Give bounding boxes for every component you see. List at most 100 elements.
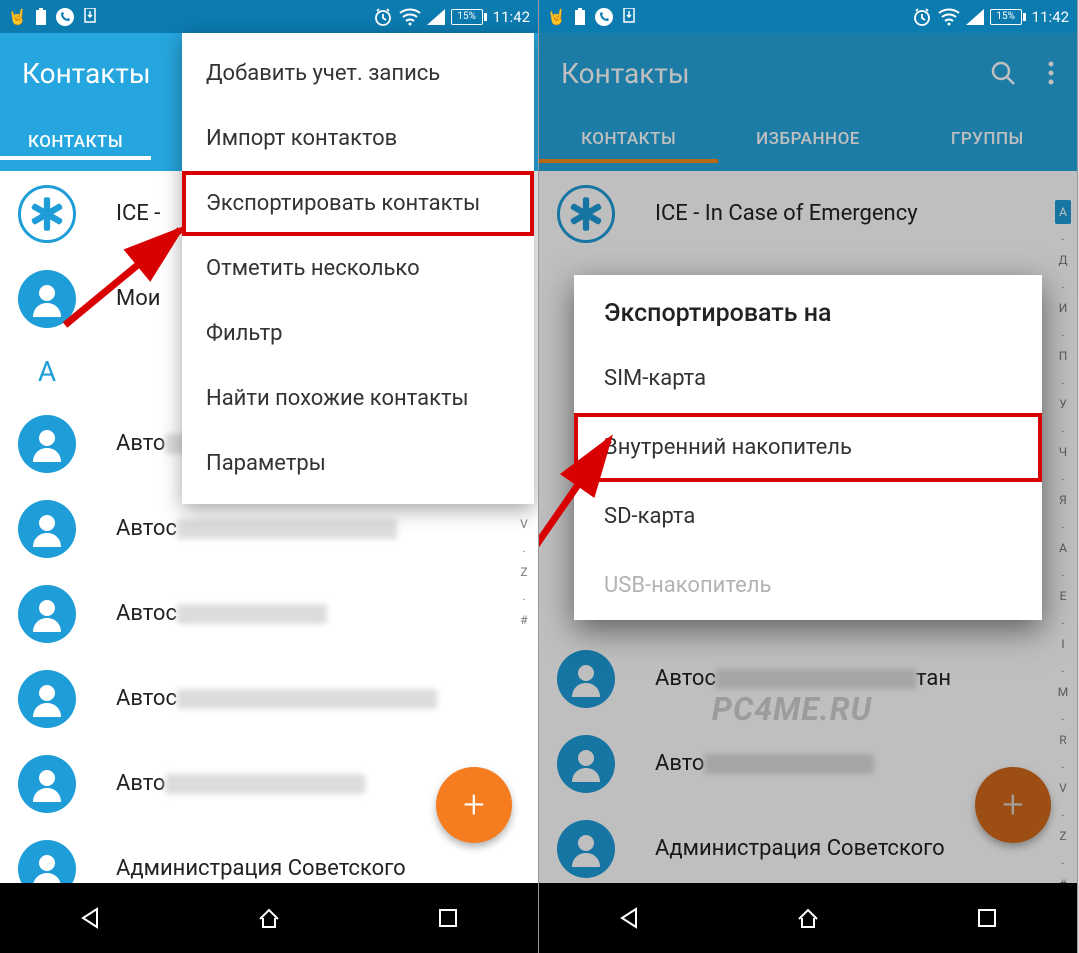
person-icon <box>18 415 76 473</box>
index-letter[interactable]: . <box>1055 848 1071 872</box>
add-contact-fab[interactable]: + <box>436 767 512 843</box>
contact-name: ICE - <box>116 201 160 226</box>
index-letter[interactable]: V <box>1055 776 1071 800</box>
status-bar: 🤘 15% 11:42 <box>0 0 538 33</box>
index-letter[interactable]: . <box>516 536 532 560</box>
tab-contacts[interactable]: КОНТАКТЫ <box>539 129 718 155</box>
index-letter[interactable]: М <box>1055 680 1071 704</box>
index-letter[interactable]: Д <box>1055 248 1071 272</box>
index-letter[interactable]: А <box>1055 200 1071 224</box>
contact-name: ICE - In Case of Emergency <box>655 201 918 226</box>
index-letter[interactable]: Ч <box>1055 440 1071 464</box>
dialog-title: Экспортировать на <box>574 275 1042 344</box>
index-letter[interactable]: . <box>1055 752 1071 776</box>
index-letter[interactable]: Е <box>1055 584 1071 608</box>
index-letter[interactable]: . <box>1055 704 1071 728</box>
index-letter[interactable]: У <box>1055 392 1071 416</box>
clock-text: 11:42 <box>1032 8 1069 26</box>
index-letter[interactable]: П <box>1055 344 1071 368</box>
contact-name: Автос <box>116 601 327 626</box>
contact-row[interactable]: Автос <box>0 656 538 741</box>
dialog-option-sd[interactable]: SD-карта <box>574 482 1042 551</box>
battery-icon: 15% <box>990 9 1026 25</box>
index-letter[interactable]: I <box>1055 632 1071 656</box>
clock-text: 11:42 <box>493 8 530 26</box>
menu-settings[interactable]: Параметры <box>182 431 534 496</box>
index-letter[interactable]: . <box>1055 416 1071 440</box>
battery-icon: 15% <box>451 9 487 25</box>
wifi-icon <box>938 8 960 26</box>
recents-button[interactable] <box>972 903 1002 933</box>
index-letter[interactable]: R <box>1055 728 1071 752</box>
viber-icon <box>594 7 614 27</box>
contact-name: Автос <box>116 516 397 541</box>
index-letter[interactable]: # <box>516 608 532 632</box>
menu-find-similar[interactable]: Найти похожие контакты <box>182 366 534 431</box>
screen-left: 🤘 15% 11:42 Контакты КОНТАКТЫ <box>0 0 539 953</box>
index-letter[interactable]: . <box>1055 224 1071 248</box>
star-of-life-icon <box>557 185 615 243</box>
index-letter[interactable]: Z <box>516 560 532 584</box>
star-of-life-icon <box>18 185 76 243</box>
index-letter[interactable]: V <box>516 512 532 536</box>
contact-name: Автос <box>116 686 437 711</box>
signal-icon <box>427 9 445 25</box>
menu-filter[interactable]: Фильтр <box>182 301 534 366</box>
index-letter[interactable]: . <box>1055 464 1071 488</box>
alpha-index[interactable]: А.Д.И.П.У.Ч.Я.А.Е.I.М.R.V.Z.# <box>1055 200 1071 896</box>
dialog-option-internal[interactable]: Внутренний накопитель <box>574 413 1042 482</box>
wifi-icon <box>399 8 421 26</box>
recents-button[interactable] <box>433 903 463 933</box>
person-icon <box>18 270 76 328</box>
contact-row-ice[interactable]: ICE - In Case of Emergency <box>539 171 1077 256</box>
home-button[interactable] <box>793 903 823 933</box>
index-letter[interactable]: Я <box>1055 488 1071 512</box>
menu-select-multiple[interactable]: Отметить несколько <box>182 236 534 301</box>
watermark: PC4ME.RU <box>712 690 872 728</box>
index-letter[interactable]: . <box>1055 608 1071 632</box>
contact-name: Администрация Советского <box>655 836 945 861</box>
contact-row[interactable]: Автос <box>0 571 538 656</box>
menu-add-account[interactable]: Добавить учет. запись <box>182 41 534 106</box>
back-button[interactable] <box>614 903 644 933</box>
index-letter[interactable]: . <box>516 584 532 608</box>
contact-name: Администрация Советского <box>116 856 406 881</box>
contact-name: Авто <box>655 751 874 776</box>
index-letter[interactable]: . <box>1055 656 1071 680</box>
viber-icon <box>55 7 75 27</box>
more-icon[interactable] <box>1047 60 1055 86</box>
index-letter[interactable]: . <box>1055 800 1071 824</box>
alarm-icon <box>373 7 393 27</box>
tab-groups[interactable]: ГРУППЫ <box>898 129 1077 155</box>
menu-export[interactable]: Экспортировать контакты <box>182 171 534 236</box>
person-icon <box>557 650 615 708</box>
rock-hand-icon: 🤘 <box>8 8 27 26</box>
index-letter[interactable]: А <box>1055 536 1071 560</box>
export-dialog: Экспортировать на SIM-карта Внутренний н… <box>574 275 1042 620</box>
tabs: КОНТАКТЫ ИЗБРАННОЕ ГРУППЫ <box>539 113 1077 171</box>
dialog-option-sim[interactable]: SIM-карта <box>574 344 1042 413</box>
index-letter[interactable]: Z <box>1055 824 1071 848</box>
index-letter[interactable]: . <box>1055 320 1071 344</box>
index-letter[interactable]: . <box>1055 560 1071 584</box>
search-icon[interactable] <box>989 59 1017 87</box>
index-letter[interactable]: И <box>1055 296 1071 320</box>
person-icon <box>557 735 615 793</box>
rock-hand-icon: 🤘 <box>547 8 566 26</box>
add-contact-fab[interactable]: + <box>975 767 1051 843</box>
index-letter[interactable]: . <box>1055 368 1071 392</box>
person-icon <box>18 755 76 813</box>
tab-contacts[interactable]: КОНТАКТЫ <box>0 132 151 152</box>
status-bar: 🤘 15% 11:42 <box>539 0 1077 33</box>
menu-import[interactable]: Импорт контактов <box>182 106 534 171</box>
index-letter[interactable]: . <box>1055 512 1071 536</box>
person-icon <box>18 500 76 558</box>
back-button[interactable] <box>75 903 105 933</box>
battery-saver-icon <box>574 8 586 26</box>
index-letter[interactable]: . <box>1055 272 1071 296</box>
battery-saver-icon <box>35 8 47 26</box>
app-header: Контакты КОНТАКТЫ ИЗБРАННОЕ ГРУППЫ <box>539 33 1077 171</box>
home-button[interactable] <box>254 903 284 933</box>
tab-favorites[interactable]: ИЗБРАННОЕ <box>718 129 897 155</box>
signal-icon <box>966 9 984 25</box>
